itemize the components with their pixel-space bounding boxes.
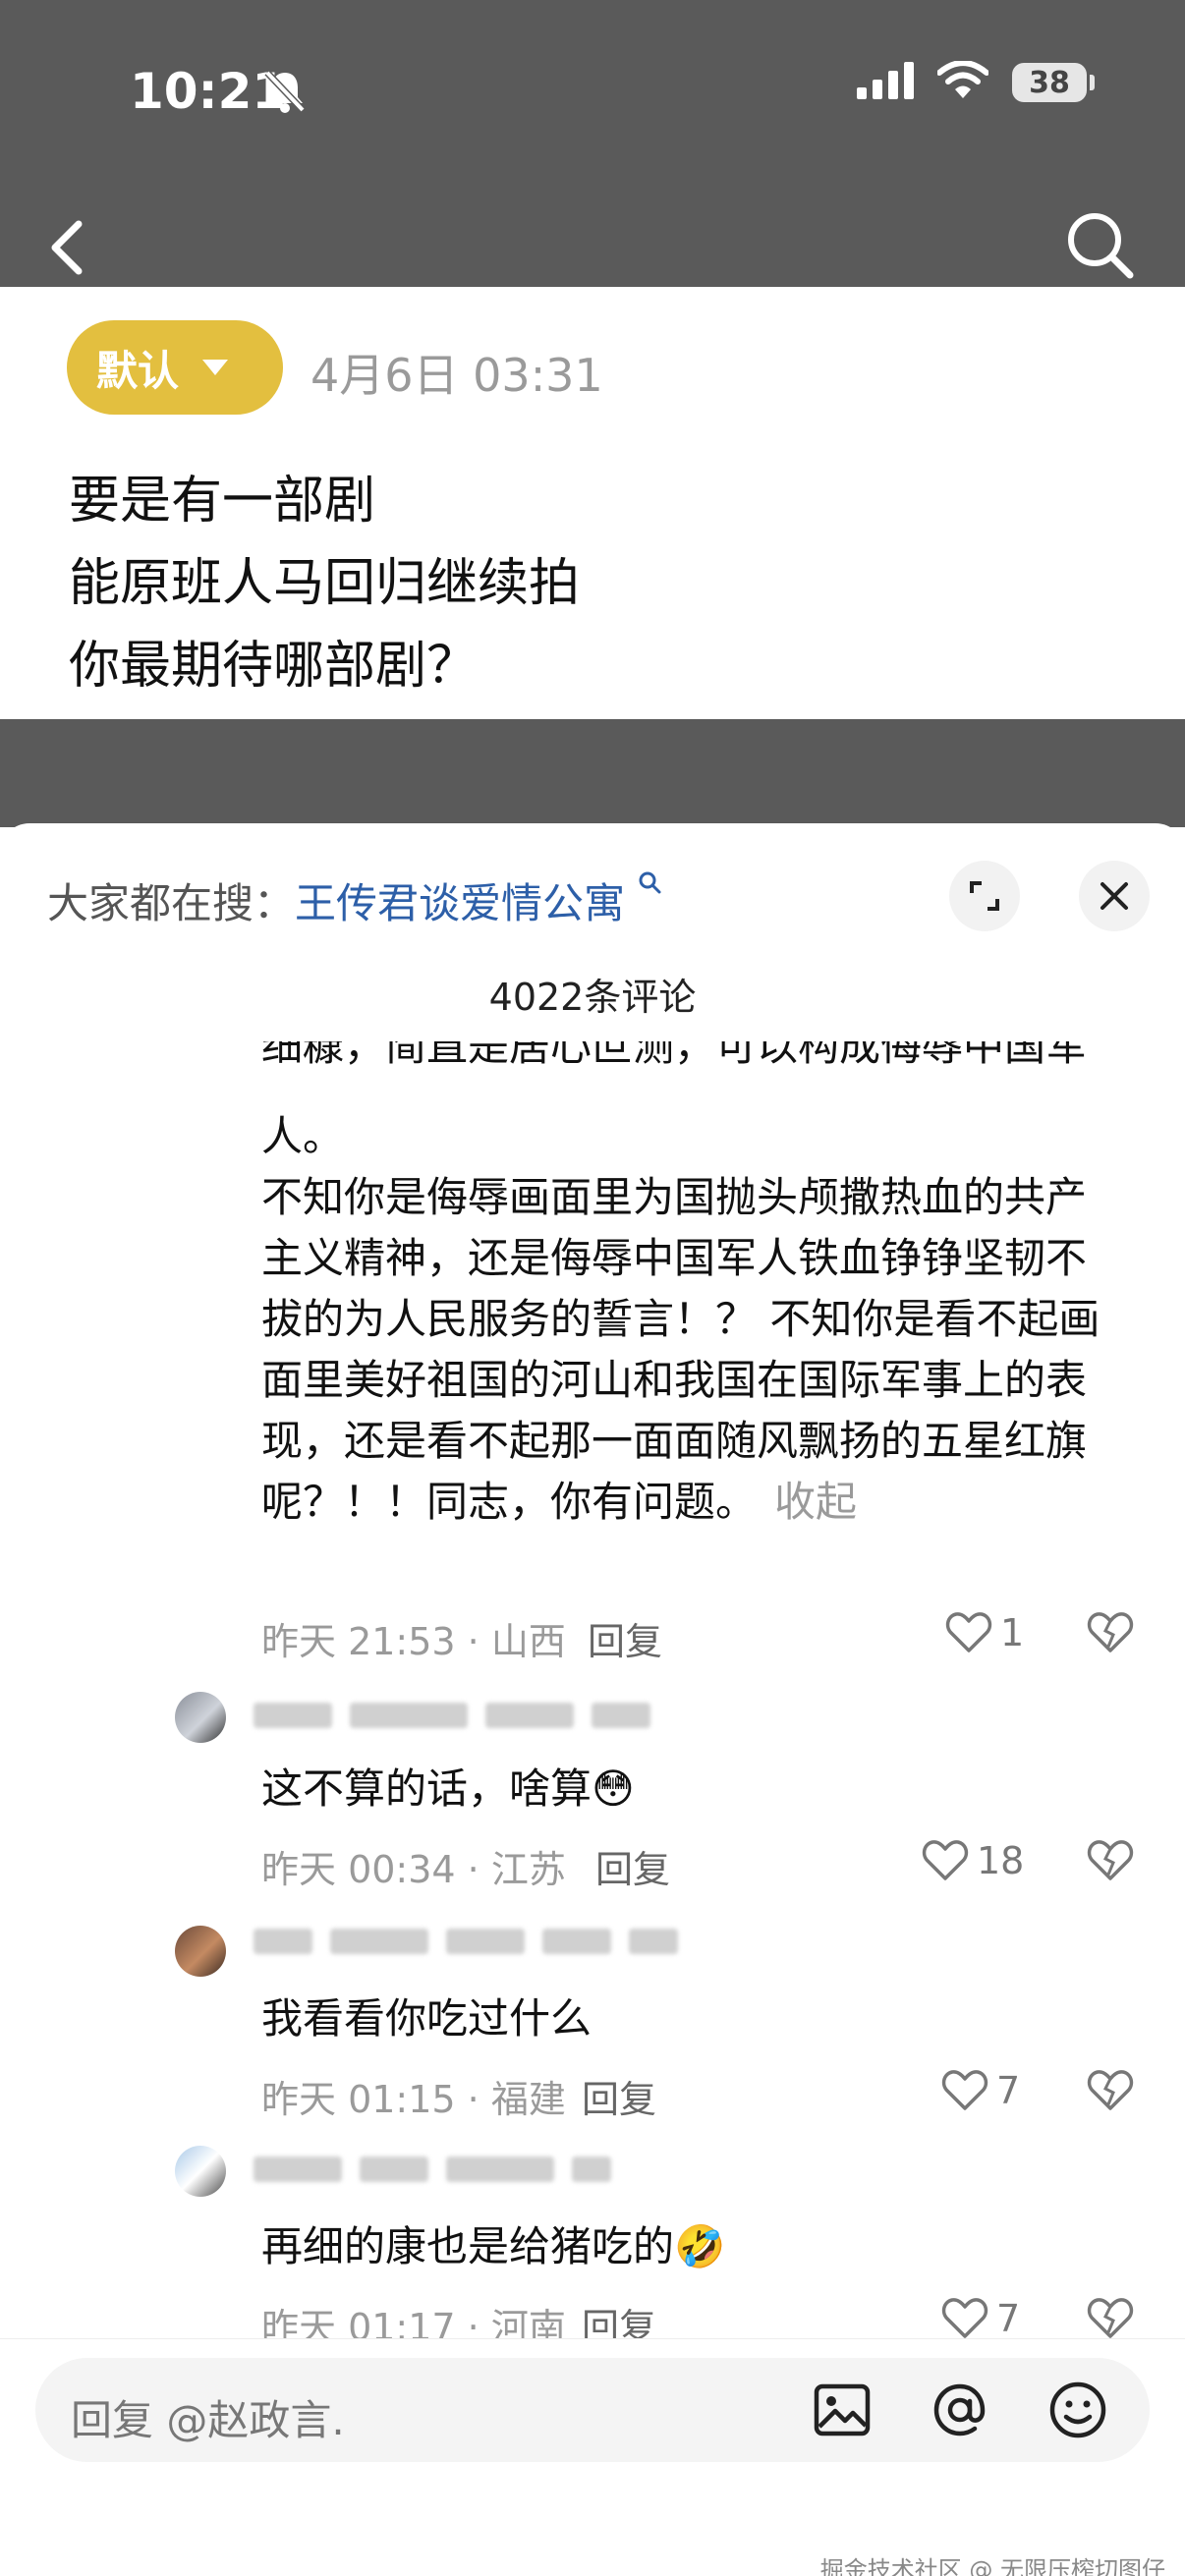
post-text: 要是有一部剧 能原班人马回归继续拍 你最期待哪部剧？ (69, 460, 580, 707)
expand-button[interactable] (949, 861, 1020, 931)
hot-search[interactable]: 大家都在搜：王传君谈爱情公寓 (47, 870, 663, 930)
like-button[interactable]: 1 (945, 1611, 1024, 1654)
reply-button[interactable]: 回复 (588, 1611, 662, 1665)
comment-line: 面里美好祖国的河山和我国在国际军事上的表 (261, 1356, 1088, 1404)
at-icon (933, 2383, 986, 2436)
comment-body: 再细的康也是给猪吃的 (261, 2222, 675, 2270)
blurred-username (254, 2156, 611, 2183)
overlay-dim (0, 719, 1185, 827)
sort-label: 默认 (96, 346, 180, 395)
comment-meta: 昨天 00:34 · 江苏 (261, 1848, 566, 1891)
collapse-link[interactable]: 收起 (774, 1478, 857, 1526)
status-bar (0, 0, 1185, 287)
avatar[interactable] (175, 1692, 226, 1743)
search-icon (1068, 213, 1134, 279)
comment-line: 现，还是看不起那一面面随风飘扬的五星红旗 (261, 1417, 1088, 1465)
status-icons: 38 (857, 60, 1095, 104)
emoji-button[interactable] (1047, 2380, 1108, 2440)
post-line: 你最期待哪部剧？ (69, 637, 479, 696)
comment-line-clipped: 细糠，简直是居心叵测，可以构成侮辱中国军 (261, 1041, 1088, 1070)
dislike-icon (1087, 1612, 1134, 1652)
caret-down-icon (202, 360, 229, 375)
close-icon (1100, 882, 1128, 910)
like-count: 1 (1000, 1611, 1025, 1654)
blurred-username (254, 1702, 650, 1729)
emoji-icon (1049, 2381, 1106, 2438)
comment-body: 这不算的话，啥算 (261, 1764, 592, 1813)
dislike-icon (1087, 2298, 1134, 2338)
back-button[interactable] (39, 208, 98, 287)
heart-icon (941, 2298, 988, 2338)
image-icon (814, 2383, 871, 2436)
comment-meta: 昨天 21:53 · 山西 (261, 1620, 566, 1663)
signal-icon (857, 62, 914, 103)
dislike-button[interactable] (1087, 2297, 1134, 2344)
comment-line: 人。 (261, 1112, 345, 1160)
comment-line: 呢？！！同志，你有问题。 (261, 1478, 758, 1526)
comment-text: 这不算的话，啥算😳 (261, 1761, 635, 1818)
like-button[interactable]: 18 (922, 1839, 1024, 1882)
comment-line: 主义精神，还是侮辱中国军人铁血铮铮坚韧不 (261, 1234, 1088, 1282)
heart-icon (945, 1612, 992, 1652)
bell-slash-icon (263, 69, 307, 118)
comment-text: 我看看你吃过什么 (261, 1994, 592, 2043)
search-icon (639, 871, 661, 894)
sort-dropdown[interactable]: 默认 (67, 320, 283, 415)
like-count: 7 (996, 2297, 1021, 2340)
avatar[interactable] (175, 2146, 226, 2197)
rolling-laughing-emoji: 🤣 (674, 2222, 726, 2270)
like-count: 18 (977, 1839, 1025, 1882)
like-count: 7 (996, 2069, 1021, 2112)
search-button[interactable] (1061, 206, 1140, 285)
dislike-icon (1087, 2070, 1134, 2110)
heart-icon (922, 1840, 969, 1880)
like-button[interactable]: 7 (941, 2069, 1020, 2112)
mention-button[interactable] (930, 2380, 990, 2440)
like-button[interactable]: 7 (941, 2297, 1020, 2340)
comment-text: 人。 不知你是侮辱画面里为国抛头颅撒热血的共产 主义精神，还是侮辱中国军人铁血铮… (261, 1108, 1146, 1531)
dislike-button[interactable] (1087, 1839, 1134, 1886)
reply-button[interactable]: 回复 (595, 1839, 670, 1893)
post-line: 能原班人马回归继续拍 (69, 554, 581, 613)
dislike-button[interactable] (1087, 1611, 1134, 1658)
battery-indicator: 38 (1012, 63, 1095, 102)
comment-text: 再细的康也是给猪吃的🤣 (261, 2218, 725, 2275)
watermark: 掘金技术社区 @ 无限压榨切图仔 (819, 2556, 1165, 2576)
dislike-button[interactable] (1087, 2069, 1134, 2116)
comment-meta: 昨天 01:15 · 福建 (261, 2078, 566, 2121)
wifi-icon (936, 60, 989, 104)
reply-button[interactable]: 回复 (582, 2069, 656, 2123)
hot-search-prefix: 大家都在搜： (47, 879, 296, 927)
blurred-username (254, 1928, 678, 1955)
heart-icon (941, 2070, 988, 2110)
comment-line: 拔的为人民服务的誓言！？ 不知你是看不起画 (261, 1295, 1100, 1343)
hot-search-term[interactable]: 王传君谈爱情公寓 (295, 879, 625, 927)
dislike-icon (1087, 1840, 1134, 1880)
expand-icon (970, 881, 999, 911)
comment-text-line: 细糠，简直是居心叵测，可以构成侮辱中国军 (261, 1041, 1146, 1102)
image-button[interactable] (812, 2380, 873, 2440)
comment-count: 4022条评论 (488, 976, 697, 1019)
flushed-face-emoji: 😳 (592, 1764, 635, 1813)
back-icon (51, 220, 83, 275)
post-line: 要是有一部剧 (69, 472, 376, 531)
reply-placeholder: 回复 @赵政言. (71, 2396, 345, 2444)
close-button[interactable] (1079, 861, 1150, 931)
post-date: 4月6日 03:31 (310, 349, 603, 402)
comment-line: 不知你是侮辱画面里为国抛头颅撒热血的共产 (261, 1173, 1088, 1221)
avatar[interactable] (175, 1926, 226, 1977)
